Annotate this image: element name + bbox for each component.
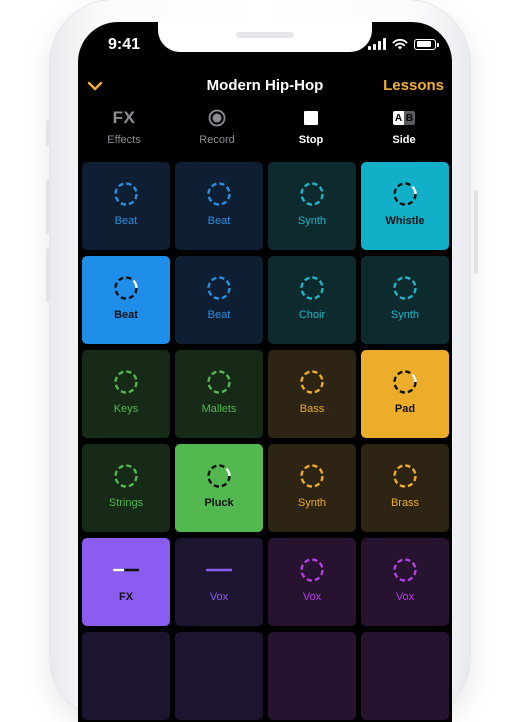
one-shot-icon bbox=[206, 568, 232, 572]
pad-keys-r3c1[interactable]: Keys bbox=[82, 350, 170, 438]
toolbar: FX Effects Record Stop AB Side bbox=[78, 108, 452, 148]
stop-icon bbox=[304, 111, 318, 125]
side-label: Side bbox=[392, 134, 416, 146]
pad-label: Choir bbox=[298, 309, 326, 321]
pad-synth-r1c3[interactable]: Synth bbox=[268, 162, 356, 250]
status-icons bbox=[368, 38, 439, 50]
loop-icon bbox=[207, 464, 231, 488]
pad-synth-r4c3[interactable]: Synth bbox=[268, 444, 356, 532]
power-button bbox=[474, 190, 478, 274]
pad-label: Synth bbox=[297, 497, 327, 509]
loop-icon bbox=[114, 276, 138, 300]
pad-empty-r6c3[interactable] bbox=[268, 632, 356, 720]
phone-screen: 9:41 Modern Hip-Hop Lessons FX Effects R… bbox=[78, 22, 452, 722]
loop-icon bbox=[114, 370, 138, 394]
lessons-button[interactable]: Lessons bbox=[383, 77, 444, 94]
pad-label: Vox bbox=[302, 591, 322, 603]
fx-icon: FX bbox=[112, 108, 136, 127]
pad-brass-r4c4[interactable]: Brass bbox=[361, 444, 449, 532]
loop-icon bbox=[393, 558, 417, 582]
pad-label: Vox bbox=[395, 591, 415, 603]
loop-icon bbox=[114, 182, 138, 206]
pad-label: Vox bbox=[209, 591, 229, 603]
ab-side-icon: AB bbox=[393, 111, 415, 125]
pad-label: Synth bbox=[297, 215, 327, 227]
pad-label: Bass bbox=[299, 403, 325, 415]
pad-label: Whistle bbox=[385, 215, 425, 227]
status-time: 9:41 bbox=[108, 36, 141, 53]
pad-fx-r5c1[interactable]: FX bbox=[82, 538, 170, 626]
pad-mallets-r3c2[interactable]: Mallets bbox=[175, 350, 263, 438]
pad-beat-r2c2[interactable]: Beat bbox=[175, 256, 263, 344]
volume-up-button bbox=[46, 180, 50, 234]
pad-choir-r2c3[interactable]: Choir bbox=[268, 256, 356, 344]
effects-label: Effects bbox=[107, 134, 141, 146]
pad-label: Beat bbox=[114, 309, 138, 321]
side-button[interactable]: AB Side bbox=[364, 108, 444, 146]
pad-strings-r4c1[interactable]: Strings bbox=[82, 444, 170, 532]
loop-icon bbox=[207, 370, 231, 394]
battery-icon bbox=[414, 38, 439, 50]
pad-pad-r3c4[interactable]: Pad bbox=[361, 350, 449, 438]
loop-icon bbox=[393, 464, 417, 488]
effects-button[interactable]: FX Effects bbox=[84, 108, 164, 146]
one-shot-icon bbox=[113, 568, 139, 572]
pad-label: FX bbox=[118, 591, 134, 603]
loop-icon bbox=[393, 276, 417, 300]
pad-vox-r5c2[interactable]: Vox bbox=[175, 538, 263, 626]
pad-label: Synth bbox=[390, 309, 420, 321]
stop-button[interactable]: Stop bbox=[271, 108, 351, 146]
pad-vox-r5c4[interactable]: Vox bbox=[361, 538, 449, 626]
record-icon bbox=[208, 109, 226, 127]
loop-icon bbox=[300, 370, 324, 394]
loop-icon bbox=[300, 464, 324, 488]
pad-synth-r2c4[interactable]: Synth bbox=[361, 256, 449, 344]
record-label: Record bbox=[199, 134, 235, 146]
loop-icon bbox=[207, 182, 231, 206]
pad-pluck-r4c2[interactable]: Pluck bbox=[175, 444, 263, 532]
loop-icon bbox=[300, 558, 324, 582]
loop-icon bbox=[300, 276, 324, 300]
mute-switch bbox=[46, 120, 50, 146]
pad-label: Mallets bbox=[201, 403, 237, 415]
loop-icon bbox=[300, 182, 324, 206]
pad-label: Pluck bbox=[204, 497, 234, 509]
wifi-icon bbox=[392, 38, 408, 50]
pad-empty-r6c2[interactable] bbox=[175, 632, 263, 720]
pad-label: Keys bbox=[113, 403, 139, 415]
pad-whistle-r1c4[interactable]: Whistle bbox=[361, 162, 449, 250]
pad-label: Brass bbox=[390, 497, 420, 509]
pad-label: Strings bbox=[108, 497, 144, 509]
pad-label: Beat bbox=[114, 215, 138, 227]
pad-empty-r6c1[interactable] bbox=[82, 632, 170, 720]
pad-label: Beat bbox=[207, 215, 231, 227]
loop-icon bbox=[393, 182, 417, 206]
loop-icon bbox=[114, 464, 138, 488]
cellular-signal-icon bbox=[368, 38, 386, 50]
pad-label: Beat bbox=[207, 309, 231, 321]
pad-label: Pad bbox=[394, 403, 416, 415]
pad-beat-r2c1[interactable]: Beat bbox=[82, 256, 170, 344]
pad-empty-r6c4[interactable] bbox=[361, 632, 449, 720]
volume-down-button bbox=[46, 248, 50, 302]
pad-bass-r3c3[interactable]: Bass bbox=[268, 350, 356, 438]
record-button[interactable]: Record bbox=[177, 108, 257, 146]
loop-icon bbox=[207, 276, 231, 300]
speaker-grille bbox=[236, 32, 294, 38]
pad-beat-r1c2[interactable]: Beat bbox=[175, 162, 263, 250]
stop-label: Stop bbox=[298, 134, 324, 146]
nav-bar: Modern Hip-Hop Lessons bbox=[78, 74, 452, 98]
loop-icon bbox=[393, 370, 417, 394]
pad-vox-r5c3[interactable]: Vox bbox=[268, 538, 356, 626]
pad-beat-r1c1[interactable]: Beat bbox=[82, 162, 170, 250]
